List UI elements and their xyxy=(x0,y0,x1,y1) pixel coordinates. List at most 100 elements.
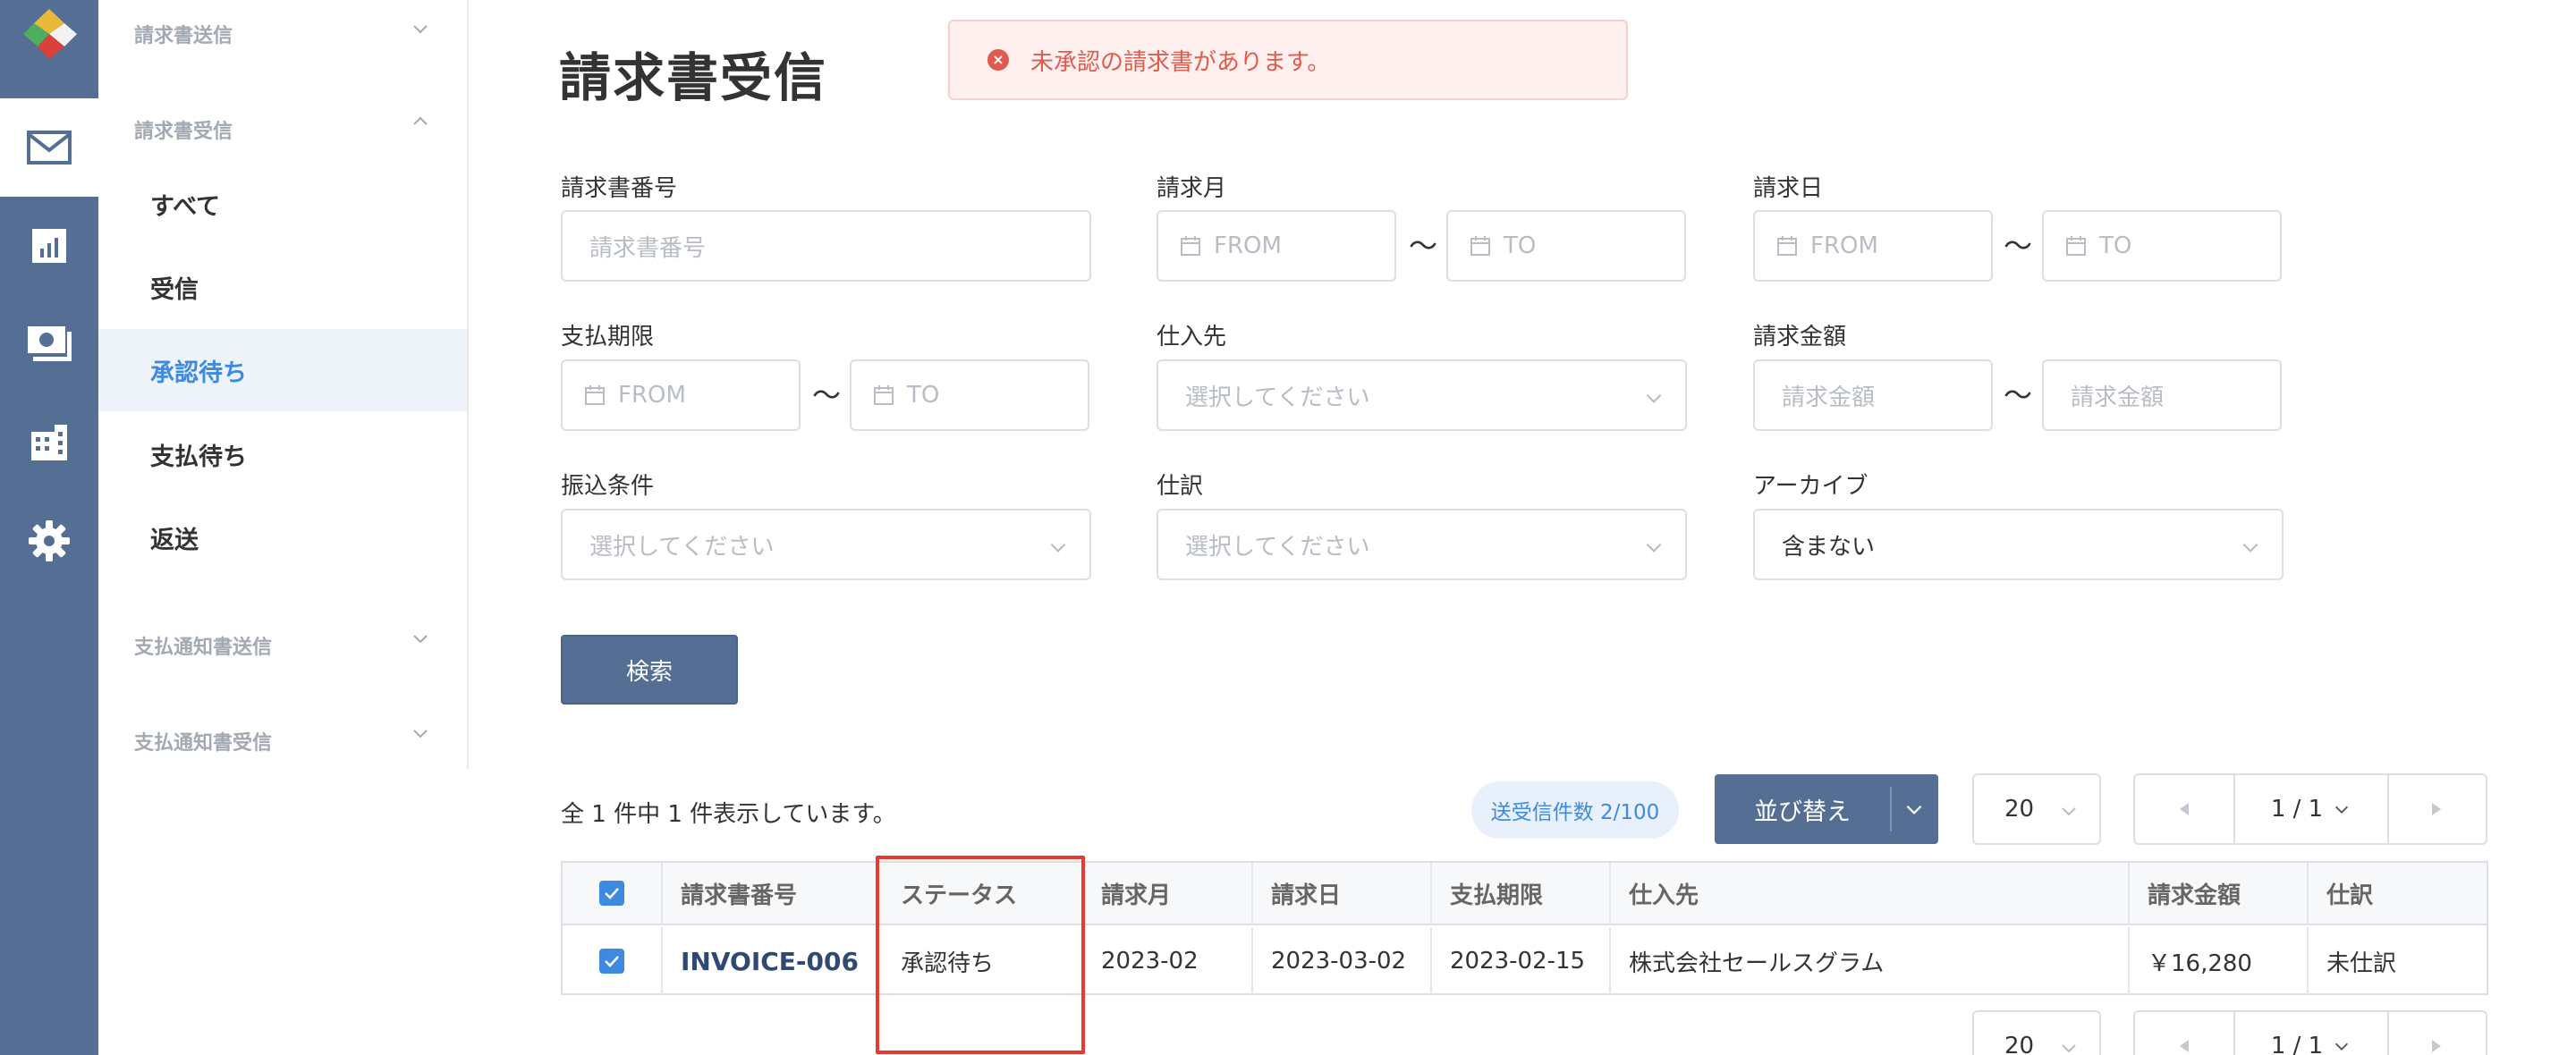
invoice-table: 請求書番号 ステータス 請求月 請求日 支払期限 仕入先 請求金額 仕訳 INV… xyxy=(561,861,2488,995)
pagination-bottom: 1 / 1 xyxy=(2133,1010,2487,1055)
range-tilde: 〜 xyxy=(812,378,842,412)
col-invoice-no[interactable]: 請求書番号 xyxy=(663,863,879,925)
table-cell-supplier: 株式会社セールスグラム xyxy=(1611,927,2130,995)
result-count: 全 1 件中 1 件表示しています。 xyxy=(561,801,896,828)
archive-select[interactable]: 含まない xyxy=(1753,509,2284,580)
chevron-up-icon[interactable] xyxy=(410,111,431,132)
journal-select[interactable]: 選択してください xyxy=(1157,509,1687,580)
next-page-icon[interactable] xyxy=(2387,775,2486,843)
menu-group-invoice-receive[interactable]: 請求書受信 xyxy=(134,115,233,144)
chevron-down-icon[interactable] xyxy=(1902,798,1926,821)
journal-label: 仕訳 xyxy=(1157,473,1204,500)
calendar-icon xyxy=(1777,236,1797,256)
building-icon[interactable] xyxy=(0,393,98,492)
sort-button[interactable]: 並び替え xyxy=(1715,774,1938,844)
due-date-label: 支払期限 xyxy=(561,324,655,350)
invoice-link[interactable]: INVOICE-006 xyxy=(681,947,859,976)
menu-group-payment-notice-receive[interactable]: 支払通知書受信 xyxy=(134,727,272,755)
money-icon[interactable] xyxy=(0,295,98,393)
col-date[interactable]: 請求日 xyxy=(1253,863,1432,925)
amount-from[interactable]: 請求金額 xyxy=(1753,359,1993,431)
sidebar-item-pending-approval[interactable]: 承認待ち xyxy=(98,329,467,411)
prev-page-icon[interactable] xyxy=(2135,1012,2233,1055)
invoice-no-input[interactable]: 請求書番号 xyxy=(561,210,1091,282)
supplier-label: 仕入先 xyxy=(1157,324,1227,350)
menu-group-invoice-send[interactable]: 請求書送信 xyxy=(134,20,233,48)
col-supplier[interactable]: 仕入先 xyxy=(1611,863,2130,925)
range-tilde: 〜 xyxy=(2004,229,2033,263)
supplier-select[interactable]: 選択してください xyxy=(1157,359,1687,431)
calendar-icon xyxy=(585,385,605,405)
chevron-down-icon xyxy=(2062,1044,2076,1053)
invoice-month-label: 請求月 xyxy=(1157,175,1227,202)
col-due[interactable]: 支払期限 xyxy=(1432,863,1611,925)
amount-to[interactable]: 請求金額 xyxy=(2042,359,2282,431)
range-tilde: 〜 xyxy=(2004,378,2033,412)
check-icon xyxy=(599,881,624,906)
per-page-select-bottom[interactable]: 20 xyxy=(1972,1010,2101,1055)
invoice-no-label: 請求書番号 xyxy=(561,175,678,202)
chevron-down-icon xyxy=(2335,1042,2349,1051)
chevron-down-icon xyxy=(2335,806,2349,814)
sidebar-item-all[interactable]: すべて xyxy=(98,163,467,245)
alert-text: 未承認の請求書があります。 xyxy=(1030,48,1331,76)
sidebar-item-returned[interactable]: 返送 xyxy=(98,496,467,578)
table-cell-journal: 未仕訳 xyxy=(2326,950,2397,977)
chevron-down-icon[interactable] xyxy=(410,18,431,39)
chevron-down-icon[interactable] xyxy=(410,722,431,744)
gear-icon[interactable] xyxy=(0,492,98,590)
invoice-date-label: 請求日 xyxy=(1753,175,1824,202)
logo-icon[interactable] xyxy=(18,7,80,61)
transfer-label: 振込条件 xyxy=(561,473,655,500)
per-page-select[interactable]: 20 xyxy=(1972,773,2101,845)
page-select[interactable]: 1 / 1 xyxy=(2233,1012,2389,1055)
transfer-select[interactable]: 選択してください xyxy=(561,509,1091,580)
menu-group-payment-notice-send[interactable]: 支払通知書送信 xyxy=(134,631,272,660)
page-select[interactable]: 1 / 1 xyxy=(2233,775,2389,843)
amount-label: 請求金額 xyxy=(1753,324,1847,350)
select-all-checkbox[interactable] xyxy=(563,863,663,925)
due-date-to[interactable]: TO xyxy=(850,359,1089,431)
col-journal[interactable]: 仕訳 xyxy=(2309,863,2487,925)
transmission-count-badge: 送受信件数 2/100 xyxy=(1471,781,1679,839)
chevron-down-icon xyxy=(1050,543,1066,553)
archive-label: アーカイブ xyxy=(1753,473,1868,500)
invoice-month-to[interactable]: TO xyxy=(1446,210,1686,282)
pagination: 1 / 1 xyxy=(2133,773,2487,845)
chevron-down-icon xyxy=(1646,543,1662,553)
invoice-date-to[interactable]: TO xyxy=(2042,210,2282,282)
side-menu: 請求書送信 請求書受信 すべて 受信 承認待ち 支払待ち 返送 支払通知書送信 … xyxy=(98,0,469,769)
calendar-icon xyxy=(874,385,894,405)
calendar-icon xyxy=(1181,236,1200,256)
col-month[interactable]: 請求月 xyxy=(1083,863,1253,925)
calendar-icon xyxy=(1470,236,1490,256)
col-amount[interactable]: 請求金額 xyxy=(2130,863,2309,925)
check-icon xyxy=(599,949,624,974)
chevron-down-icon[interactable] xyxy=(410,628,431,649)
chart-icon[interactable] xyxy=(0,197,98,295)
row-checkbox[interactable] xyxy=(563,927,663,995)
app-rail xyxy=(0,0,98,1055)
calendar-icon xyxy=(2066,236,2086,256)
due-date-from[interactable]: FROM xyxy=(561,359,801,431)
invoice-month-from[interactable]: FROM xyxy=(1157,210,1396,282)
prev-page-icon[interactable] xyxy=(2135,775,2233,843)
sidebar-item-pending-payment[interactable]: 支払待ち xyxy=(98,413,467,495)
alert-banner: × 未承認の請求書があります。 xyxy=(948,20,1628,100)
table-cell-month: 2023-02 xyxy=(1083,927,1253,995)
chevron-down-icon xyxy=(1646,393,1662,403)
table-cell-amount: ￥16,280 xyxy=(2130,927,2309,995)
search-button[interactable]: 検索 xyxy=(561,635,738,705)
page-title: 請求書受信 xyxy=(559,47,828,108)
range-tilde: 〜 xyxy=(1409,229,1438,263)
next-page-icon[interactable] xyxy=(2387,1012,2486,1055)
error-icon: × xyxy=(987,49,1009,71)
chevron-down-icon xyxy=(2062,807,2076,816)
status-column-highlight xyxy=(876,856,1085,1054)
table-cell-date: 2023-03-02 xyxy=(1253,927,1432,995)
invoice-date-from[interactable]: FROM xyxy=(1753,210,1993,282)
sidebar-item-received[interactable]: 受信 xyxy=(98,246,467,328)
table-cell-invoice-no[interactable]: INVOICE-006 xyxy=(663,927,879,995)
mail-icon[interactable] xyxy=(0,98,98,197)
chevron-down-icon xyxy=(2242,543,2258,553)
